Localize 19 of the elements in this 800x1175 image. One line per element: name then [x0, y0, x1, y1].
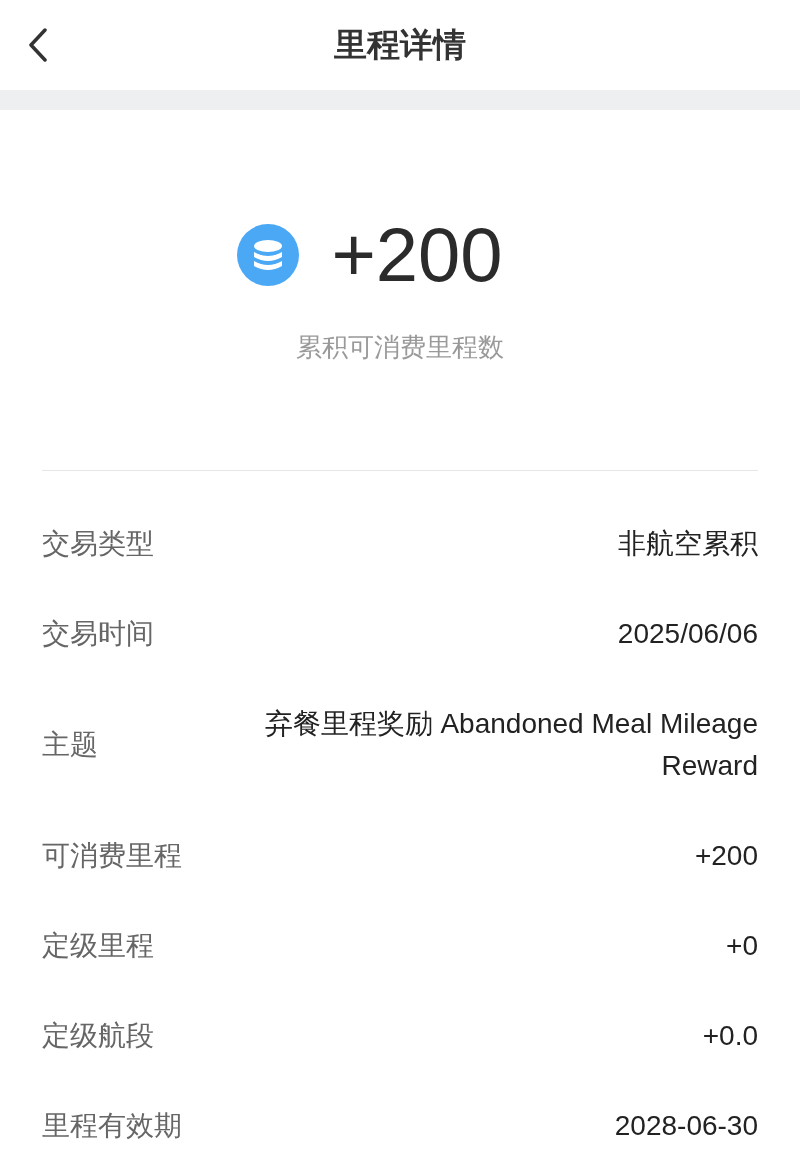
detail-value: +0.0: [702, 1019, 758, 1053]
mileage-amount: +200: [331, 211, 503, 299]
page-title: 里程详情: [334, 24, 466, 65]
detail-label: 里程有效期: [42, 1109, 182, 1143]
detail-label: 交易时间: [42, 617, 154, 651]
detail-value: 2028-06-30: [614, 1109, 758, 1143]
detail-label: 交易类型: [42, 527, 154, 561]
coin-stack-icon: [237, 224, 300, 286]
detail-value: +0: [726, 929, 758, 963]
detail-label: 定级航段: [42, 1019, 154, 1053]
detail-value: 非航空累积: [618, 527, 758, 561]
back-icon[interactable]: [28, 28, 48, 62]
detail-label: 可消费里程: [42, 839, 182, 873]
detail-value: +200: [694, 839, 758, 873]
detail-label: 定级里程: [42, 929, 154, 963]
mileage-caption: 累积可消费里程数: [296, 331, 504, 364]
detail-value: 弃餐里程奖励 Abandoned Meal Mileage Reward: [263, 707, 758, 783]
detail-value: 2025/06/06: [617, 617, 758, 651]
detail-label: 主题: [42, 728, 98, 762]
